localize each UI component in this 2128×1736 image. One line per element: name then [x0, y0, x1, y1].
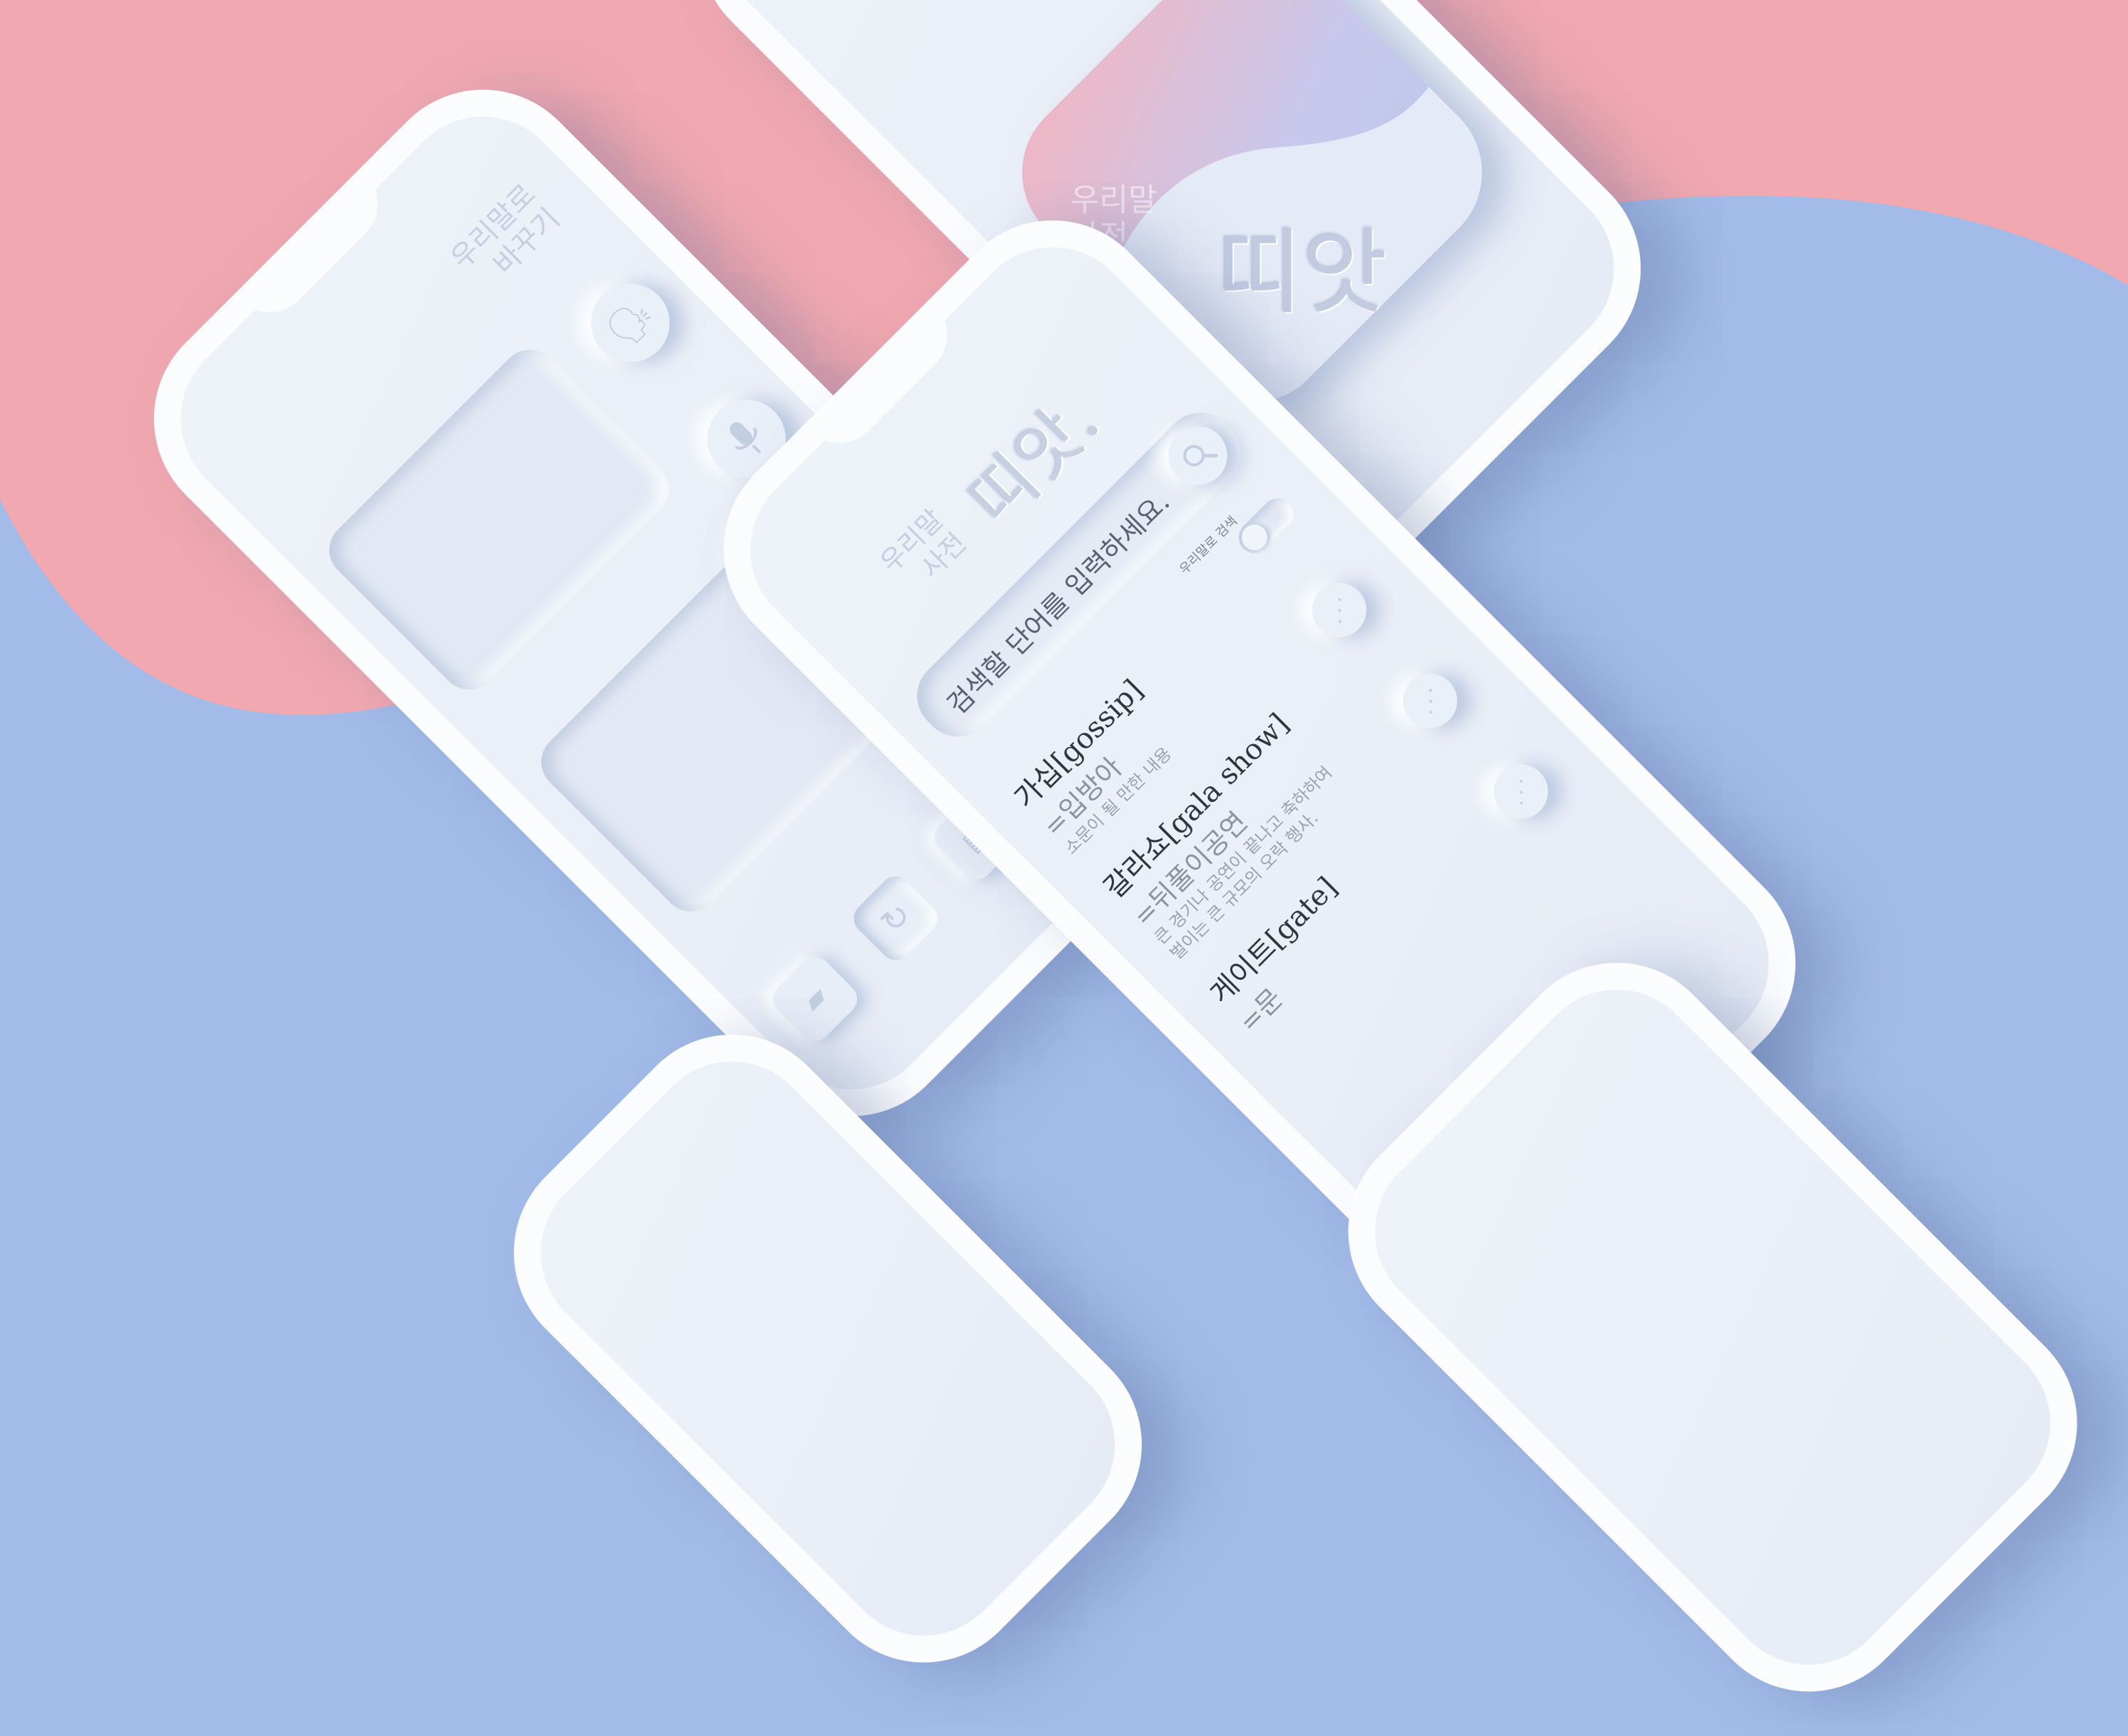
share-icon: ⋰: [1412, 683, 1448, 719]
tab-book[interactable]: ▰: [766, 950, 864, 1047]
tab-refresh[interactable]: ↻: [847, 870, 945, 967]
search-mode-toggle[interactable]: [1232, 492, 1300, 560]
search-button[interactable]: [1156, 414, 1240, 497]
header-subtitle: 우리말 사전: [873, 503, 973, 584]
share-button[interactable]: ⋰: [1482, 753, 1560, 831]
translate-title: 우리말로 바꾸기: [445, 178, 567, 282]
speaker-icon: 🗣: [599, 291, 663, 355]
refresh-icon: ↻: [872, 895, 920, 942]
share-button[interactable]: ⋰: [1392, 662, 1469, 739]
search-icon: [1183, 445, 1218, 467]
speaker-button[interactable]: 🗣: [574, 267, 686, 379]
microphone-icon: [729, 422, 761, 454]
share-button[interactable]: ⋰: [1300, 572, 1378, 649]
icon-logo: 띠앗.: [1217, 218, 1417, 328]
toggle-knob: [1236, 519, 1273, 556]
source-text-panel[interactable]: [317, 337, 682, 701]
share-icon: ⋰: [1321, 592, 1357, 628]
share-icon: ⋰: [1503, 773, 1539, 810]
book-icon: ▰: [796, 979, 835, 1019]
